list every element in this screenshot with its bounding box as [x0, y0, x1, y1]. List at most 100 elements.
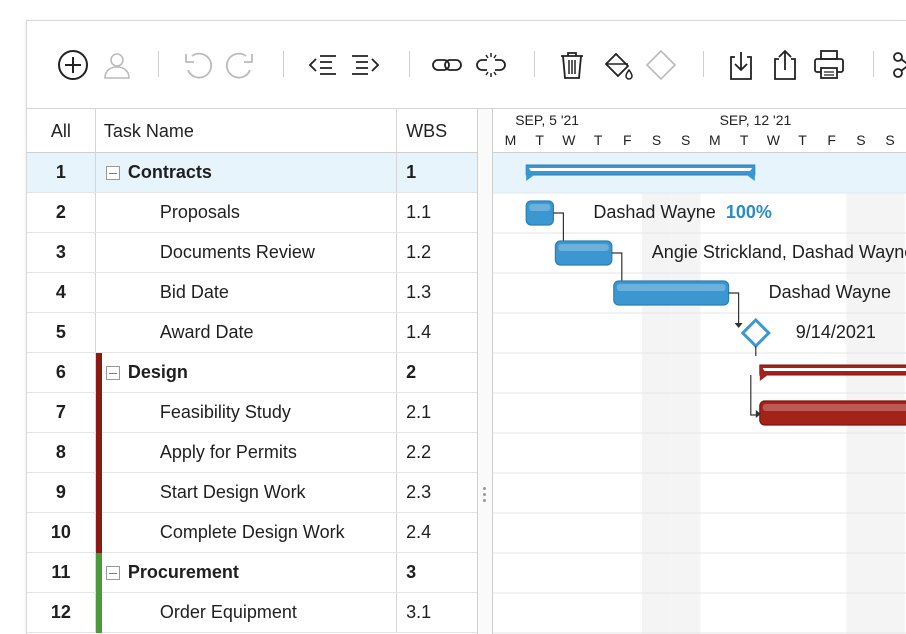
wbs-cell: 2.2: [406, 442, 432, 462]
pane-splitter[interactable]: [478, 109, 492, 634]
grid-rows: 1 Contracts 1 2 Proposals 1.1 3 Documents Revie…: [27, 153, 477, 633]
task-color-strip: [95, 513, 102, 553]
row-number: 10: [27, 513, 96, 552]
fill-color-icon[interactable]: [599, 47, 635, 83]
row-number: 12: [27, 593, 96, 632]
unlink-icon[interactable]: [473, 47, 509, 83]
toolbar-divider: [409, 51, 410, 77]
task-name-cell[interactable]: Start Design Work: [95, 473, 398, 513]
table-row[interactable]: 2 Proposals 1.1: [27, 193, 477, 233]
wbs-cell: 1.3: [406, 282, 432, 302]
task-name: Start Design Work: [159, 482, 306, 502]
task-name: Bid Date: [159, 282, 229, 302]
table-row[interactable]: 3 Documents Review 1.2: [27, 233, 477, 273]
task-name: Complete Design Work: [159, 522, 345, 542]
task-color-strip: [95, 473, 102, 513]
cut-icon[interactable]: [889, 47, 906, 83]
wbs-cell: 3: [406, 562, 417, 582]
task-name: Contracts: [127, 162, 212, 182]
task-name: Apply for Permits: [159, 442, 297, 462]
wbs-cell: 2.1: [406, 402, 432, 422]
task-color-strip: [95, 593, 102, 633]
dependency-line: [750, 375, 757, 416]
table-row[interactable]: 1 Contracts 1: [27, 153, 477, 193]
task-name-cell[interactable]: Apply for Permits: [95, 433, 398, 473]
milestone-diamond: [740, 317, 771, 349]
header-wbs[interactable]: WBS: [397, 109, 477, 153]
timeline-header: SEP, 5 '21 SEP, 12 '21 M T W T F S S M T W T F S S: [493, 109, 906, 153]
task-bar-label: Dashad Wayne 100%: [593, 202, 771, 223]
task-bar-label: Dashad Wayne: [769, 282, 891, 303]
header-all[interactable]: All: [27, 109, 96, 153]
task-bar-highlight: [558, 244, 609, 251]
task-name-cell[interactable]: Documents Review: [96, 233, 398, 272]
task-name-cell[interactable]: Feasibility Study: [95, 393, 398, 433]
row-number: 5: [27, 313, 96, 352]
row-number: 4: [27, 273, 96, 312]
row-number: 1: [27, 153, 96, 192]
table-row[interactable]: 12 Order Equipment 3.1: [27, 593, 477, 633]
table-row[interactable]: 11 Procurement 3: [27, 553, 477, 593]
day-label: S: [856, 132, 866, 148]
undo-icon[interactable]: [179, 47, 215, 83]
import-icon[interactable]: [723, 47, 759, 83]
task-name: Award Date: [159, 322, 254, 342]
table-row[interactable]: 6 Design 2: [27, 353, 477, 393]
task-name-cell[interactable]: Order Equipment: [95, 593, 398, 633]
redo-icon[interactable]: [223, 47, 259, 83]
table-row[interactable]: 9 Start Design Work 2.3: [27, 473, 477, 513]
toolbar-divider: [703, 51, 704, 77]
table-row[interactable]: 10 Complete Design Work 2.4: [27, 513, 477, 553]
export-icon[interactable]: [767, 47, 803, 83]
wbs-cell: 1: [406, 162, 417, 182]
wbs-cell: 1.1: [406, 202, 432, 222]
table-row[interactable]: 4 Bid Date 1.3: [27, 273, 477, 313]
delete-icon[interactable]: [554, 47, 590, 83]
toolbar-divider: [283, 51, 284, 77]
grid-header: All Task Name WBS: [27, 109, 477, 153]
assign-user-icon[interactable]: [99, 47, 135, 83]
task-name: Feasibility Study: [159, 402, 291, 422]
task-name-cell[interactable]: Design: [95, 353, 398, 393]
indent-icon[interactable]: [347, 47, 383, 83]
wbs-cell: 1.2: [406, 242, 432, 262]
toolbar: [27, 21, 906, 109]
task-bar-highlight: [616, 284, 726, 291]
add-task-icon[interactable]: [55, 47, 91, 83]
row-number: 6: [27, 353, 96, 392]
task-name: Design: [127, 362, 188, 382]
assignee-names: Dashad Wayne: [768, 282, 891, 302]
outdent-icon[interactable]: [305, 47, 341, 83]
link-icon[interactable]: [429, 47, 465, 83]
day-label: T: [593, 132, 603, 148]
task-color-strip: [95, 553, 102, 593]
toolbar-divider: [158, 51, 159, 77]
table-row[interactable]: 8 Apply for Permits 2.2: [27, 433, 477, 473]
day-label: S: [681, 132, 691, 148]
wbs-cell: 2.4: [406, 522, 432, 542]
print-icon[interactable]: [811, 47, 847, 83]
row-number: 2: [27, 193, 96, 232]
task-name-cell[interactable]: Award Date: [96, 313, 398, 352]
task-name: Documents Review: [159, 242, 315, 262]
task-name-cell[interactable]: Complete Design Work: [95, 513, 398, 553]
task-bar-highlight: [529, 204, 551, 211]
collapse-toggle-icon[interactable]: [105, 366, 120, 380]
day-label: T: [798, 132, 807, 148]
table-row[interactable]: 7 Feasibility Study 2.1: [27, 393, 477, 433]
header-task-name[interactable]: Task Name: [96, 109, 398, 153]
task-name-cell[interactable]: Bid Date: [96, 273, 398, 312]
task-name-cell[interactable]: Procurement: [95, 553, 398, 593]
milestone-icon[interactable]: [643, 47, 679, 83]
milestone-date-label: 9/14/2021: [795, 322, 876, 342]
table-row[interactable]: 5 Award Date 1.4: [27, 313, 477, 353]
task-name-cell[interactable]: Proposals: [96, 193, 398, 232]
collapse-toggle-icon[interactable]: [105, 566, 120, 580]
drag-handle-icon[interactable]: [483, 487, 487, 505]
row-number: 11: [27, 553, 96, 592]
collapse-toggle-icon[interactable]: [105, 166, 120, 180]
day-label: M: [709, 132, 721, 148]
task-name-cell[interactable]: Contracts: [96, 153, 398, 192]
row-number: 9: [27, 473, 96, 512]
task-color-strip: [95, 353, 102, 393]
